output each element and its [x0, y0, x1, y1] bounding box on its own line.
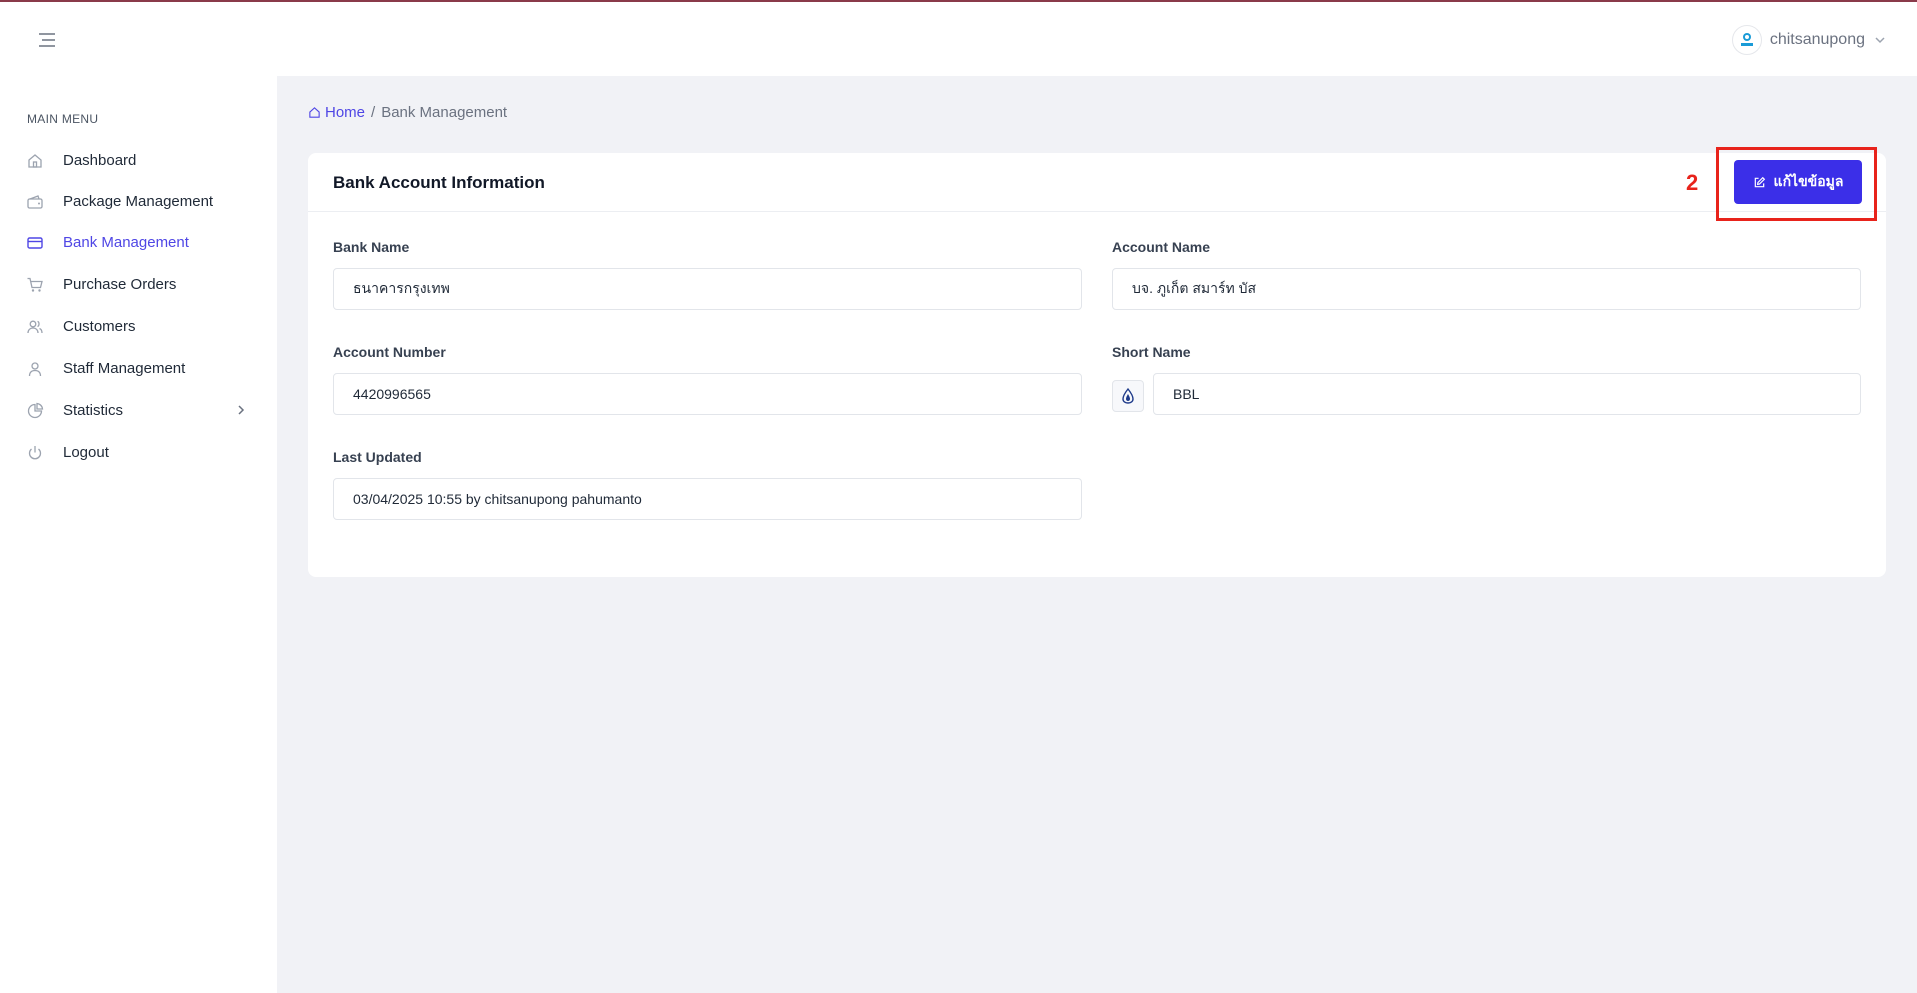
account-number-label: Account Number — [333, 344, 446, 360]
wallet-icon — [27, 195, 43, 209]
card-title: Bank Account Information — [333, 173, 545, 192]
sidebar-item-purchase-orders[interactable]: Purchase Orders — [0, 265, 277, 303]
sidebar-item-label: Purchase Orders — [63, 275, 177, 293]
breadcrumb-separator: / — [371, 104, 376, 121]
top-bar: chitsanupong — [0, 2, 1917, 76]
sidebar-item-customers[interactable]: Customers — [0, 307, 277, 345]
bank-account-card: Bank Account Information 2 แก้ไขข้อมูล B… — [308, 147, 1886, 577]
user-menu[interactable]: chitsanupong — [1731, 24, 1887, 56]
breadcrumb: Home / Bank Management — [308, 104, 507, 121]
sidebar-item-label: Customers — [63, 317, 136, 335]
sidebar-item-package-management[interactable]: Package Management — [0, 182, 277, 220]
sidebar: MAIN MENU Dashboard Package Management B… — [0, 76, 277, 993]
menu-heading: MAIN MENU — [27, 112, 99, 126]
user-icon — [28, 362, 42, 377]
sidebar-item-label: Package Management — [63, 192, 214, 210]
edit-button-label: แก้ไขข้อมูล — [1773, 173, 1844, 189]
sidebar-item-staff-management[interactable]: Staff Management — [0, 349, 277, 387]
last-updated-field[interactable]: 03/04/2025 10:55 by chitsanupong pahuman… — [333, 478, 1082, 520]
sidebar-item-label: Dashboard — [63, 151, 137, 169]
home-icon — [28, 154, 42, 168]
users-icon — [27, 320, 43, 334]
breadcrumb-home-link[interactable]: Home — [308, 104, 365, 121]
power-icon — [28, 446, 42, 460]
avatar — [1731, 25, 1762, 55]
home-icon — [309, 107, 320, 118]
breadcrumb-home-label: Home — [325, 104, 366, 121]
short-name-field[interactable]: BBL — [1153, 373, 1861, 415]
sidebar-item-dashboard[interactable]: Dashboard — [0, 141, 277, 179]
sidebar-item-label: Statistics — [63, 401, 124, 419]
sidebar-item-statistics[interactable]: Statistics — [0, 391, 277, 429]
short-name-label: Short Name — [1112, 344, 1191, 360]
username: chitsanupong — [1769, 31, 1865, 48]
sidebar-item-label: Bank Management — [63, 233, 189, 251]
edit-button[interactable]: แก้ไขข้อมูล — [1734, 160, 1862, 204]
last-updated-label: Last Updated — [333, 449, 422, 465]
chevron-down-icon — [1875, 37, 1885, 44]
sidebar-item-bank-management[interactable]: Bank Management — [0, 223, 277, 261]
company-logo-icon — [1740, 33, 1753, 46]
main-content: Home / Bank Management Bank Account Info… — [277, 76, 1917, 993]
hamburger-menu-icon[interactable] — [36, 29, 58, 51]
account-name-field[interactable]: บจ. ภูเก็ต สมาร์ท บัส — [1112, 268, 1861, 310]
pie-chart-icon — [27, 402, 44, 419]
chevron-right-icon — [238, 405, 245, 415]
sidebar-item-label: Logout — [63, 443, 109, 461]
bank-logo — [1112, 380, 1144, 412]
bank-name-label: Bank Name — [333, 239, 410, 255]
shopping-cart-icon — [27, 277, 43, 292]
account-name-label: Account Name — [1112, 239, 1211, 255]
sidebar-item-label: Staff Management — [63, 359, 186, 377]
bank-lotus-icon — [1122, 387, 1134, 404]
annotation-number: 2 — [1686, 170, 1699, 195]
bank-name-field[interactable]: ธนาคารกรุงเทพ — [333, 268, 1082, 310]
edit-icon — [1754, 176, 1765, 187]
credit-card-icon — [27, 237, 43, 249]
sidebar-item-logout[interactable]: Logout — [0, 433, 277, 471]
breadcrumb-current: Bank Management — [381, 104, 508, 121]
card-header: Bank Account Information 2 แก้ไขข้อมูล — [308, 147, 1886, 221]
account-number-field[interactable]: 4420996565 — [333, 373, 1082, 415]
